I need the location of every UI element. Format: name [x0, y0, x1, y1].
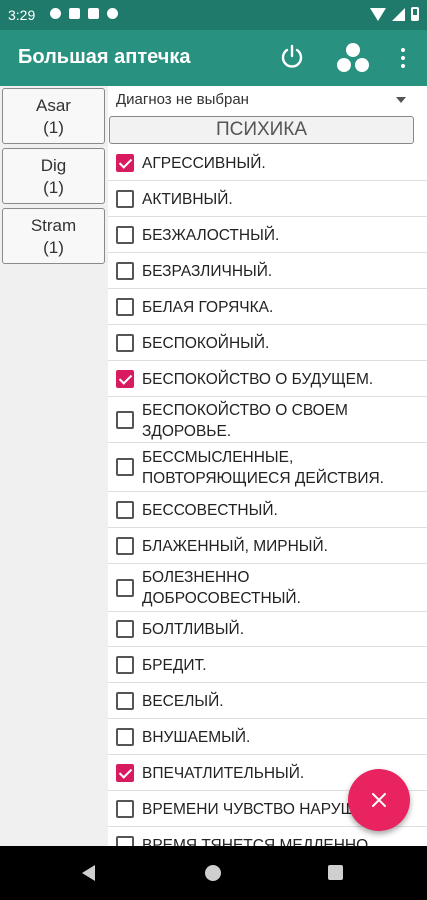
symptom-row[interactable]: АКТИВНЫЙ. — [108, 181, 427, 217]
symptom-checkbox[interactable] — [116, 298, 134, 316]
dropdown-arrow-icon[interactable] — [396, 97, 406, 103]
symptom-label: ВЕСЕЛЫЙ. — [142, 693, 224, 710]
symptom-label: БЕССОВЕСТНЫЙ. — [142, 502, 278, 519]
symptom-checkbox[interactable] — [116, 620, 134, 638]
sd-card-icon — [88, 8, 99, 19]
wifi-icon — [370, 7, 386, 21]
remedy-name: Dig — [40, 156, 67, 175]
symptom-row[interactable]: БЕЗРАЗЛИЧНЫЙ. — [108, 253, 427, 289]
diagnosis-dropdown[interactable]: Диагноз не выбран — [116, 91, 249, 108]
symptom-label: БОЛТЛИВЫЙ. — [142, 621, 244, 638]
system-nav-bar — [0, 846, 427, 900]
symptom-checkbox[interactable] — [116, 370, 134, 388]
battery-icon — [411, 7, 419, 21]
symptom-label: БЕЗРАЗЛИЧНЫЙ. — [142, 263, 273, 280]
remedy-button-asar[interactable]: Asar (1) — [2, 88, 105, 144]
power-icon[interactable] — [279, 44, 305, 70]
three-dots-icon[interactable] — [336, 42, 370, 74]
symptom-checkbox[interactable] — [116, 411, 134, 429]
symptom-checkbox[interactable] — [116, 656, 134, 674]
symptom-checkbox[interactable] — [116, 226, 134, 244]
symptom-label: АГРЕССИВНЫЙ. — [142, 155, 266, 172]
symptom-label: БЕСПОКОЙСТВО О СВОЕМ ЗДОРОВЬЕ. — [142, 402, 348, 440]
app-bar: Большая аптечка — [0, 30, 427, 86]
back-icon[interactable] — [82, 865, 95, 881]
symptom-label: БЕЛАЯ ГОРЯЧКА. — [142, 299, 274, 316]
symptom-label: ВРЕМЯ ТЯНЕТСЯ МЕДЛЕННО. — [142, 837, 373, 846]
symptom-row[interactable]: БЕЛАЯ ГОРЯЧКА. — [108, 289, 427, 325]
symptom-checkbox[interactable] — [116, 501, 134, 519]
symptom-row[interactable]: БЛАЖЕННЫЙ, МИРНЫЙ. — [108, 528, 427, 564]
remedy-name: Asar — [36, 96, 71, 115]
symptom-row[interactable]: БЕЗЖАЛОСТНЫЙ. — [108, 217, 427, 253]
remedy-button-stram[interactable]: Stram (1) — [2, 208, 105, 264]
symptom-row[interactable]: БЕСПОКОЙНЫЙ. — [108, 325, 427, 361]
symptom-label: ВНУШАЕМЫЙ. — [142, 729, 251, 746]
symptom-checkbox[interactable] — [116, 728, 134, 746]
section-button[interactable]: ПСИХИКА — [109, 116, 414, 144]
gear-icon — [50, 8, 61, 19]
symptom-row[interactable]: ВЕСЕЛЫЙ. — [108, 683, 427, 719]
symptom-label: БРЕДИТ. — [142, 657, 207, 674]
symptom-label: БЕСПОКОЙСТВО О БУДУЩЕМ. — [142, 371, 374, 388]
symptom-row[interactable]: БОЛТЛИВЫЙ. — [108, 612, 427, 647]
symptom-checkbox[interactable] — [116, 800, 134, 818]
close-icon — [372, 793, 386, 807]
symptom-label: ВПЕЧАТЛИТЕЛЬНЫЙ. — [142, 765, 305, 782]
symptom-checkbox[interactable] — [116, 262, 134, 280]
symptom-row[interactable]: БЕСПОКОЙСТВО О СВОЕМ ЗДОРОВЬЕ. — [108, 397, 427, 443]
symptom-row[interactable]: БЕСПОКОЙСТВО О БУДУЩЕМ. — [108, 361, 427, 397]
symptom-row[interactable]: БЕССМЫСЛЕННЫЕ, ПОВТОРЯЮЩИЕСЯ ДЕЙСТВИЯ. — [108, 443, 427, 492]
symptom-checkbox[interactable] — [116, 458, 134, 476]
recents-icon[interactable] — [328, 865, 343, 880]
remedy-button-dig[interactable]: Dig (1) — [2, 148, 105, 204]
symptom-checkbox[interactable] — [116, 190, 134, 208]
symptom-row[interactable]: БЕССОВЕСТНЫЙ. — [108, 492, 427, 528]
close-fab-button[interactable] — [348, 769, 410, 831]
symptom-row[interactable]: ВНУШАЕМЫЙ. — [108, 719, 427, 755]
app-icon — [107, 8, 118, 19]
symptom-checkbox[interactable] — [116, 154, 134, 172]
remedy-count: (1) — [43, 178, 64, 197]
symptom-label: АКТИВНЫЙ. — [142, 191, 233, 208]
symptom-row[interactable]: АГРЕССИВНЫЙ. — [108, 146, 427, 181]
shield-icon — [69, 8, 80, 19]
symptom-checkbox[interactable] — [116, 537, 134, 555]
symptom-label: БЕСПОКОЙНЫЙ. — [142, 335, 270, 352]
signal-icon — [392, 7, 405, 21]
status-left-icons — [50, 8, 118, 19]
home-icon[interactable] — [205, 865, 221, 881]
remedy-name: Stram — [30, 216, 77, 235]
symptom-row[interactable]: БОЛЕЗНЕННО ДОБРОСОВЕСТНЫЙ. — [108, 564, 427, 612]
remedy-count: (1) — [43, 118, 64, 137]
symptom-label: БЕССМЫСЛЕННЫЕ, ПОВТОРЯЮЩИЕСЯ ДЕЙСТВИЯ. — [142, 449, 384, 487]
symptom-list[interactable]: АГРЕССИВНЫЙ. АКТИВНЫЙ. БЕЗЖАЛОСТНЫЙ. БЕЗ… — [108, 146, 427, 846]
symptom-checkbox[interactable] — [116, 836, 134, 846]
status-right-icons — [370, 7, 419, 21]
symptom-checkbox[interactable] — [116, 334, 134, 352]
symptom-row[interactable]: БРЕДИТ. — [108, 647, 427, 683]
symptom-checkbox[interactable] — [116, 764, 134, 782]
status-time: 3:29 — [8, 7, 36, 23]
remedy-count: (1) — [43, 238, 64, 257]
symptom-label: БЕЗЖАЛОСТНЫЙ. — [142, 227, 280, 244]
app-title: Большая аптечка — [18, 46, 191, 68]
symptom-checkbox[interactable] — [116, 692, 134, 710]
symptom-checkbox[interactable] — [116, 579, 134, 597]
more-vert-icon[interactable] — [396, 46, 410, 70]
status-bar: 3:29 — [0, 0, 427, 30]
symptom-label: БЛАЖЕННЫЙ, МИРНЫЙ. — [142, 538, 328, 555]
symptom-label: БОЛЕЗНЕННО ДОБРОСОВЕСТНЫЙ. — [142, 569, 301, 607]
